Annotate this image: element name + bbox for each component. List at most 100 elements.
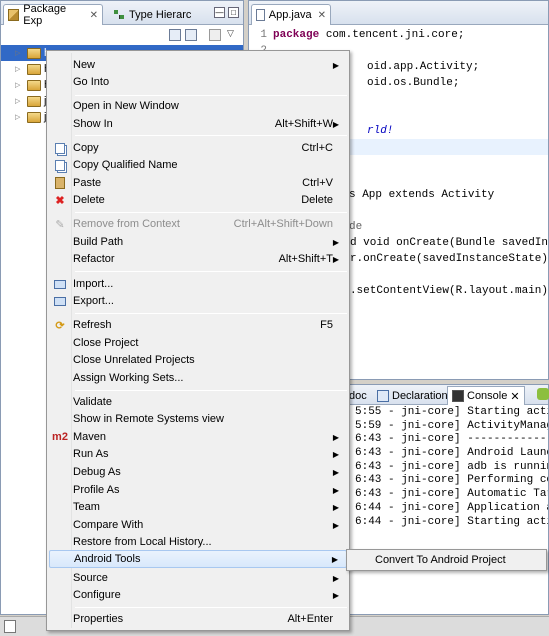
menu-separator	[75, 212, 347, 213]
expand-icon[interactable]: ▷	[15, 65, 24, 73]
menu-item-go-into[interactable]: Go Into	[49, 73, 347, 91]
close-icon[interactable]: ✕	[90, 10, 98, 21]
submenu-arrow-icon: ▶	[331, 554, 338, 564]
expand-icon[interactable]: ▷	[15, 49, 24, 57]
menu-item-export[interactable]: Export...	[49, 292, 347, 310]
menu-item-show-in[interactable]: Show In Alt+Shift+W ▶	[49, 115, 347, 133]
remove-context-icon: ✎	[55, 218, 65, 231]
close-icon[interactable]: ✕	[510, 390, 519, 403]
submenu-arrow-icon: ▶	[332, 237, 339, 247]
menu-item-label: Paste	[73, 177, 102, 189]
menu-item-validate[interactable]: Validate	[49, 393, 347, 411]
menu-item-team[interactable]: Team ▶	[49, 498, 347, 516]
java-file-icon	[256, 9, 265, 21]
package-explorer-icon	[8, 9, 20, 21]
menu-item-refresh[interactable]: ⟳ Refresh F5	[49, 316, 347, 334]
project-icon	[27, 47, 41, 59]
tab-console[interactable]: Console ✕	[447, 386, 525, 405]
menu-item-shortcut: Alt+Shift+W	[274, 118, 333, 130]
menu-item-close-project[interactable]: Close Project	[49, 334, 347, 352]
tab-package-explorer[interactable]: Package Exp ✕	[3, 3, 103, 27]
menu-item-source[interactable]: Source ▶	[49, 569, 347, 587]
submenu-arrow-icon: ▶	[332, 573, 339, 583]
tab-declaration[interactable]: Declaration	[373, 386, 452, 405]
menu-separator	[75, 607, 347, 608]
refresh-icon: ⟳	[55, 319, 65, 332]
menu-item-maven[interactable]: m2 Maven ▶	[49, 428, 347, 446]
menu-item-show-in-remote-systems[interactable]: Show in Remote Systems view	[49, 410, 347, 428]
menu-item-android-tools[interactable]: Android Tools ▶	[49, 550, 347, 568]
copy-qualified-icon	[52, 158, 68, 172]
expand-icon[interactable]: ▷	[15, 113, 24, 121]
submenu-arrow-icon: ▶	[332, 485, 339, 495]
menu-item-shortcut: Alt+Enter	[287, 613, 333, 625]
expand-icon[interactable]: ▷	[15, 81, 24, 89]
submenu-arrow-icon: ▶	[332, 502, 339, 512]
code-line: 1 package com.tencent.jni.core;	[249, 27, 548, 43]
menu-item-remove-from-context: ✎ Remove from Context Ctrl+Alt+Shift+Down	[49, 215, 347, 233]
tab-type-hierarchy-label: Type Hierarc	[129, 8, 192, 21]
menu-item-label: Delete	[73, 194, 105, 206]
menu-item-assign-working-sets[interactable]: Assign Working Sets...	[49, 369, 347, 387]
menu-item-build-path[interactable]: Build Path ▶	[49, 233, 347, 251]
project-icon	[27, 63, 41, 75]
submenu-arrow-icon: ▶	[332, 520, 339, 530]
menu-item-label: Go Into	[73, 76, 110, 88]
code-keyword: package	[273, 29, 320, 41]
menu-separator	[75, 271, 347, 272]
expand-icon[interactable]: ▷	[15, 97, 24, 105]
menu-item-label: Profile As	[73, 484, 120, 496]
menu-item-label: Source	[73, 572, 108, 584]
menu-item-label: Validate	[73, 396, 112, 408]
menu-item-label: Remove from Context	[73, 218, 180, 230]
menu-item-label: Show in Remote Systems view	[73, 413, 224, 425]
submenu-arrow-icon: ▶	[332, 467, 339, 477]
link-with-editor-icon[interactable]	[185, 29, 197, 41]
menu-item-paste[interactable]: Paste Ctrl+V	[49, 174, 347, 192]
import-icon	[52, 277, 68, 291]
menu-item-properties[interactable]: Properties Alt+Enter	[49, 610, 347, 628]
menu-item-convert-to-android-project[interactable]: Convert To Android Project	[349, 551, 544, 569]
android-tools-submenu: Convert To Android Project	[346, 549, 547, 571]
menu-item-close-unrelated-projects[interactable]: Close Unrelated Projects	[49, 351, 347, 369]
android-icon[interactable]	[537, 388, 549, 400]
menu-item-shortcut: Delete	[301, 194, 333, 206]
menu-item-debug-as[interactable]: Debug As ▶	[49, 463, 347, 481]
view-window-controls: — □	[214, 7, 239, 18]
menu-item-copy-qualified-name[interactable]: Copy Qualified Name	[49, 156, 347, 174]
focus-active-task-icon[interactable]	[209, 29, 221, 41]
fast-view-icon[interactable]	[4, 620, 16, 633]
menu-item-compare-with[interactable]: Compare With ▶	[49, 516, 347, 534]
view-menu-icon[interactable]: ▽	[227, 28, 234, 39]
menu-item-profile-as[interactable]: Profile As ▶	[49, 481, 347, 499]
collapse-all-icon[interactable]	[169, 29, 181, 41]
menu-item-label: Close Unrelated Projects	[73, 354, 195, 366]
menu-item-label: Run As	[73, 448, 109, 460]
menu-item-label: Import...	[73, 278, 114, 290]
menu-item-label: Export...	[73, 295, 114, 307]
close-icon[interactable]: ✕	[318, 10, 326, 21]
menu-item-copy[interactable]: Copy Ctrl+C	[49, 139, 347, 157]
menu-item-label: Compare With	[73, 519, 144, 531]
menu-item-run-as[interactable]: Run As ▶	[49, 445, 347, 463]
menu-item-open-in-new-window[interactable]: Open in New Window	[49, 97, 347, 115]
minimize-icon[interactable]: —	[214, 7, 225, 18]
tab-app-java[interactable]: App.java ✕	[251, 4, 331, 25]
project-icon	[27, 95, 41, 107]
menu-item-delete[interactable]: ✖ Delete Delete	[49, 191, 347, 209]
menu-item-configure[interactable]: Configure ▶	[49, 586, 347, 604]
menu-item-label: Refresh	[73, 319, 112, 331]
menu-item-restore-local-history[interactable]: Restore from Local History...	[49, 533, 347, 551]
menu-item-refactor[interactable]: Refactor Alt+Shift+T ▶	[49, 250, 347, 268]
menu-item-label: Android Tools	[74, 553, 141, 565]
tab-type-hierarchy[interactable]: Type Hierarc	[109, 4, 205, 25]
maven-icon: m2	[52, 431, 68, 443]
menu-item-label: Refactor	[73, 253, 115, 265]
export-icon	[52, 294, 68, 308]
menu-item-label: Properties	[73, 613, 124, 625]
maximize-icon[interactable]: □	[228, 7, 239, 18]
menu-item-label: Build Path	[73, 236, 124, 248]
menu-item-new[interactable]: New ▶	[49, 56, 347, 74]
menu-item-import[interactable]: Import...	[49, 275, 347, 293]
menu-item-shortcut: Ctrl+V	[302, 177, 333, 189]
